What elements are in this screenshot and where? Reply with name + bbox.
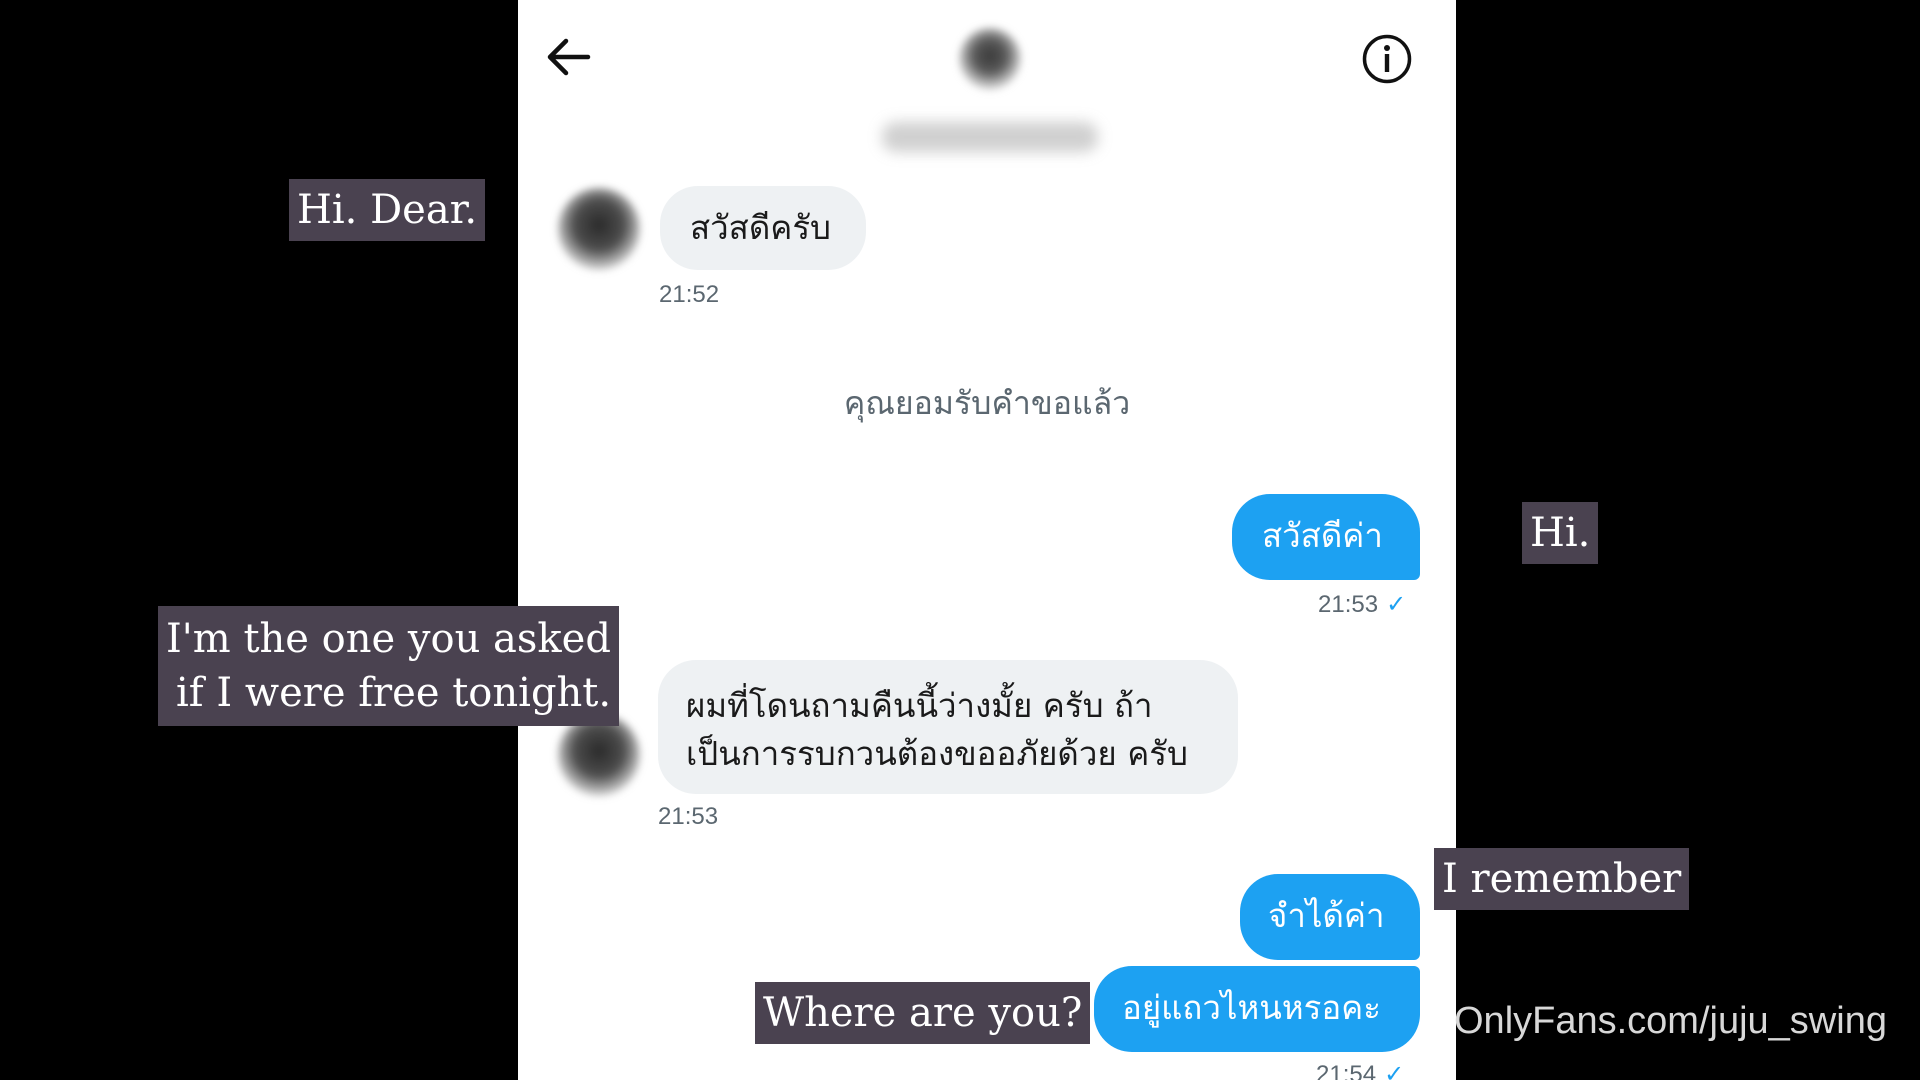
caption-asked: I'm the one you asked if I were free ton… — [158, 606, 620, 726]
message-text: จำได้ค่า — [1268, 896, 1385, 935]
message-timestamp: 21:54 ✓ — [1316, 1060, 1404, 1080]
message-text-line: เป็นการรบกวนต้องขออภัยด้วย ครับ — [686, 734, 1188, 773]
info-icon — [1362, 34, 1412, 84]
message-bubble-outgoing[interactable]: สวัสดีค่า — [1232, 494, 1420, 580]
caption-hi: Hi. — [1522, 502, 1599, 564]
sender-avatar[interactable] — [558, 714, 640, 796]
contact-name-blurred — [882, 122, 1098, 152]
chat-screen: สวัสดีครับ 21:52 คุณยอมรับคำขอแล้ว สวัสด… — [518, 0, 1456, 1080]
caption-where: Where are you? — [755, 982, 1091, 1044]
watermark: OnlyFans.com/juju_swing — [1454, 1000, 1887, 1042]
sender-avatar[interactable] — [558, 188, 640, 270]
message-text: อยู่แถวไหนหรอคะ — [1122, 988, 1381, 1027]
message-text: สวัสดีค่า — [1262, 516, 1383, 555]
request-accepted-notice: คุณยอมรับคำขอแล้ว — [843, 384, 1131, 422]
message-timestamp: 21:53 — [658, 803, 719, 830]
info-button[interactable] — [1362, 34, 1412, 84]
arrow-left-icon — [547, 38, 591, 76]
message-timestamp: 21:53 ✓ — [1318, 591, 1407, 618]
message-timestamp: 21:52 — [659, 281, 720, 308]
message-bubble-outgoing[interactable]: จำได้ค่า — [1240, 874, 1420, 960]
caption-remember: I remember — [1434, 848, 1690, 910]
back-button[interactable] — [544, 36, 592, 78]
message-text: สวัสดีครับ — [690, 208, 831, 247]
caption-hi-dear: Hi. Dear. — [289, 179, 486, 241]
caption-line: if I were free tonight. — [176, 670, 612, 716]
message-bubble-incoming[interactable]: สวัสดีครับ — [660, 186, 866, 270]
message-bubble-outgoing[interactable]: อยู่แถวไหนหรอคะ — [1094, 966, 1420, 1052]
check-icon: ✓ — [1384, 1061, 1405, 1080]
message-text-line: ผมที่โดนถามคืนนี้ว่างมั้ย ครับ ถ้า — [686, 686, 1153, 725]
caption-line: I'm the one you asked — [166, 616, 611, 662]
check-icon: ✓ — [1386, 591, 1407, 618]
message-bubble-incoming[interactable]: ผมที่โดนถามคืนนี้ว่างมั้ย ครับ ถ้า เป็นก… — [658, 660, 1238, 794]
contact-avatar[interactable] — [959, 28, 1021, 90]
